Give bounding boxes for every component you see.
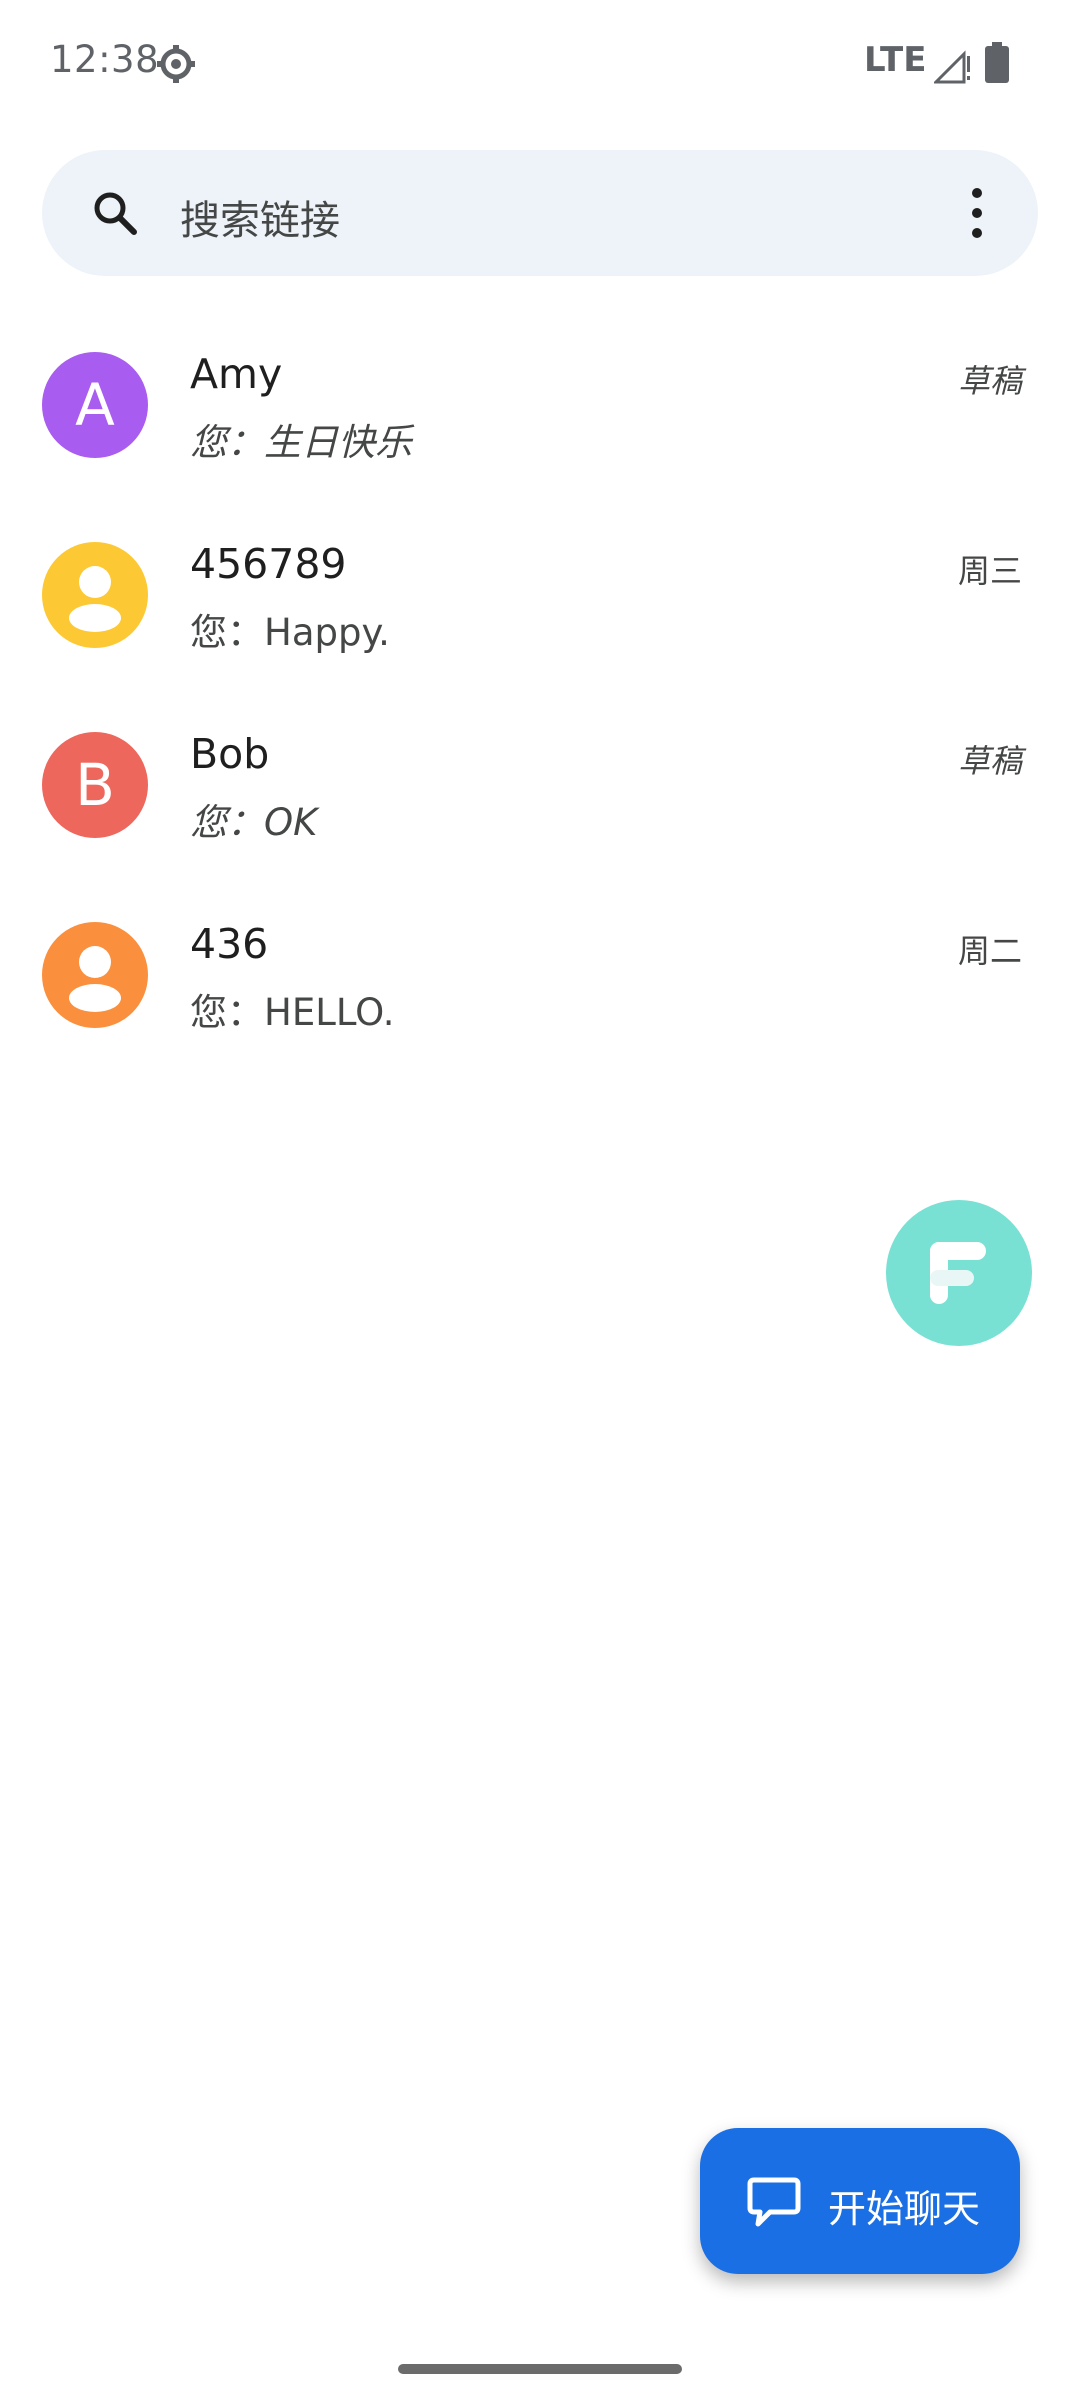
avatar[interactable]: A	[42, 352, 148, 458]
status-bar: 12:38 LTE	[0, 0, 1080, 130]
search-input[interactable]: 搜索链接	[180, 188, 340, 246]
conversation-time: 周三	[957, 552, 1022, 590]
battery-icon	[984, 42, 1010, 84]
conversation-time: 周二	[957, 932, 1022, 970]
conversation-snippet: 您：Happy.	[190, 611, 390, 654]
conversation-item-amy[interactable]: A Amy 您：生日快乐 草稿	[0, 300, 1080, 490]
avatar[interactable]	[42, 922, 148, 1028]
avatar[interactable]: B	[42, 732, 148, 838]
settings-gear-icon	[156, 44, 196, 84]
conversation-item-436[interactable]: 436 您：HELLO. 周二	[0, 870, 1080, 1060]
start-chat-button[interactable]: 开始聊天	[700, 2128, 1020, 2274]
person-icon	[69, 946, 121, 1012]
avatar-letter: A	[75, 371, 115, 439]
person-icon	[69, 566, 121, 632]
avatar[interactable]	[42, 542, 148, 648]
signal-icon	[932, 46, 972, 84]
search-bar[interactable]: 搜索链接	[42, 150, 1038, 276]
conversation-name: 456789	[190, 540, 347, 588]
conversation-time: 草稿	[957, 362, 1022, 400]
search-icon[interactable]	[90, 188, 140, 238]
network-type-label: LTE	[864, 40, 927, 80]
conversation-item-bob[interactable]: B Bob 您：OK 草稿	[0, 680, 1080, 870]
conversation-name: Amy	[190, 350, 283, 398]
conversation-item-456789[interactable]: 456789 您：Happy. 周三	[0, 490, 1080, 680]
floating-assistant-bubble[interactable]	[886, 1200, 1032, 1346]
conversation-snippet: 您：HELLO.	[190, 991, 395, 1034]
more-options-icon[interactable]	[962, 184, 992, 242]
gesture-nav-handle[interactable]	[398, 2364, 682, 2374]
avatar-letter: B	[75, 751, 115, 819]
chat-bubble-icon	[744, 2172, 804, 2232]
start-chat-label: 开始聊天	[828, 2187, 981, 2231]
conversation-time: 草稿	[957, 742, 1022, 780]
conversation-snippet: 您：OK	[190, 801, 318, 844]
conversation-name: Bob	[190, 730, 270, 778]
conversation-name: 436	[190, 920, 269, 968]
status-time: 12:38	[50, 38, 160, 81]
conversation-snippet: 您：生日快乐	[190, 421, 412, 464]
f-logo-icon	[930, 1242, 986, 1304]
